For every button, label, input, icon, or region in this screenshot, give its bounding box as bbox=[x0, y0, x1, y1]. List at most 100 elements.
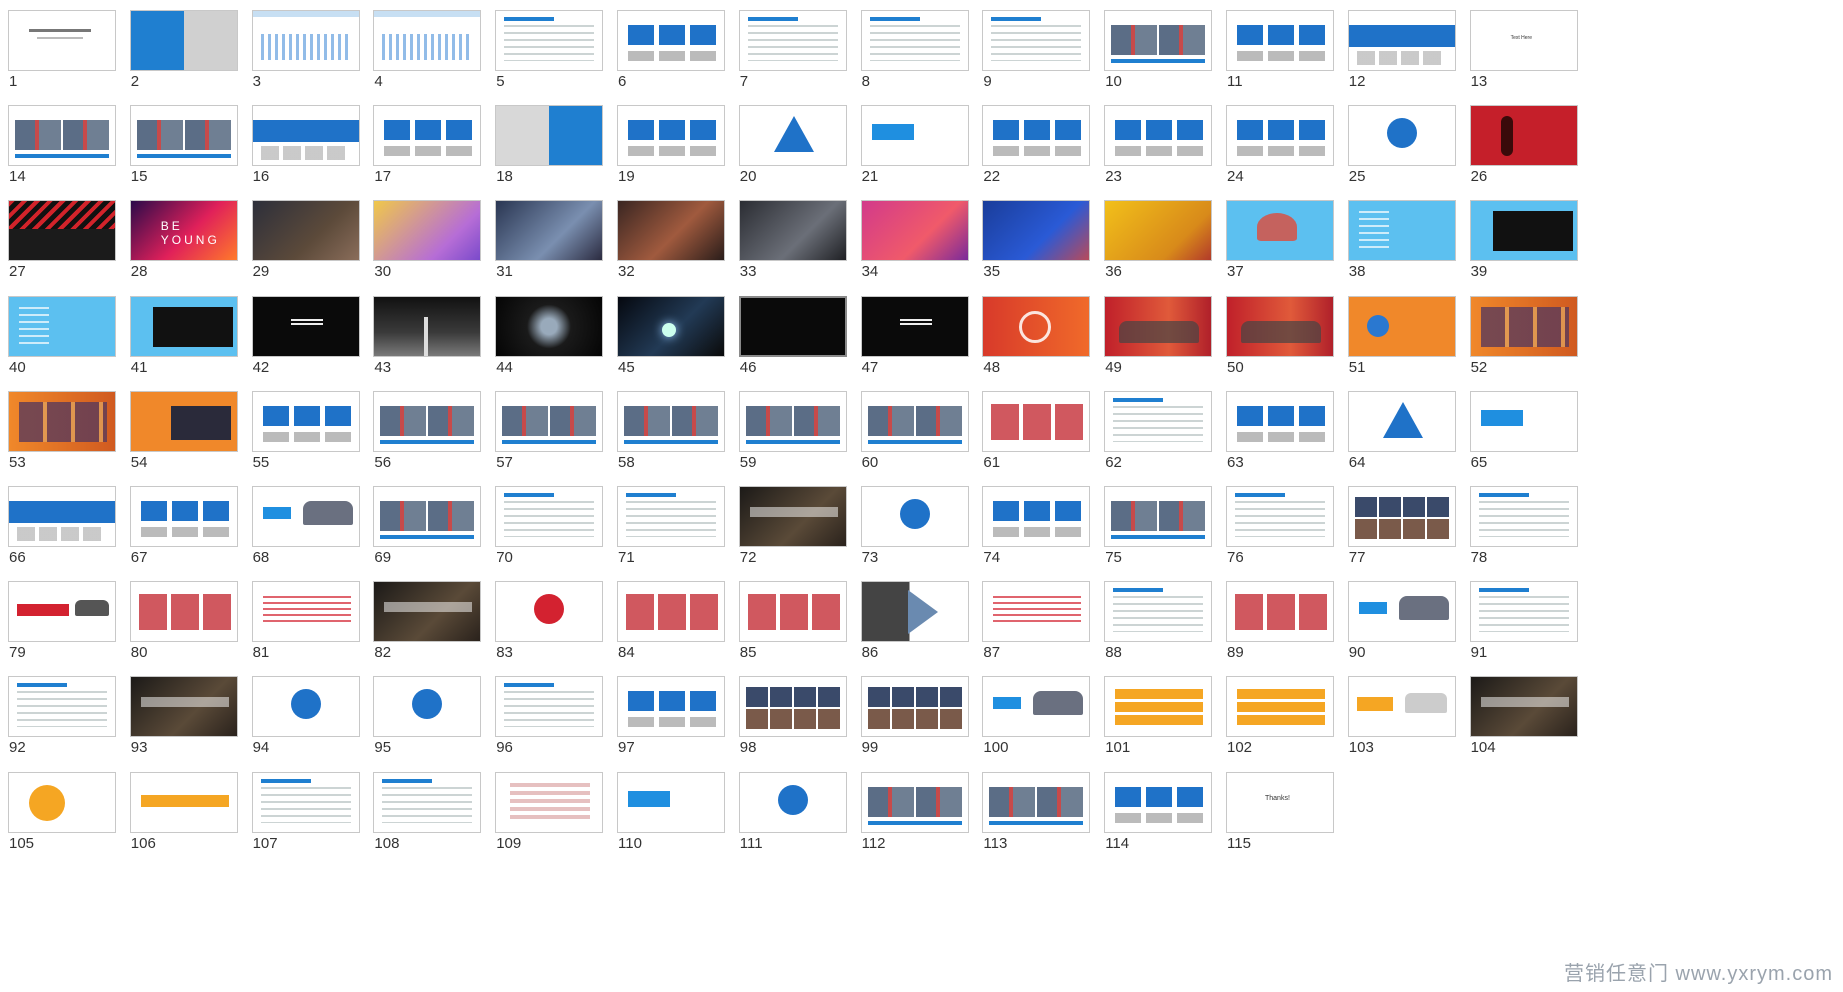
slide-thumbnail-image[interactable] bbox=[129, 676, 238, 738]
slide-thumbnail-image[interactable] bbox=[1347, 10, 1456, 71]
slide-thumbnail-image[interactable] bbox=[738, 390, 847, 452]
slide-thumbnail-image[interactable] bbox=[1226, 105, 1334, 167]
slide-thumbnail-image[interactable] bbox=[251, 486, 360, 547]
slide-thumbnail-image[interactable] bbox=[1347, 486, 1456, 547]
slide-thumbnail-image[interactable] bbox=[129, 105, 238, 167]
slide-thumbnail-image[interactable] bbox=[1226, 10, 1334, 71]
slide-thumbnail-image[interactable] bbox=[1347, 676, 1456, 738]
slide-thumbnail-image[interactable] bbox=[982, 295, 1091, 357]
slide-thumbnail-image[interactable] bbox=[1469, 295, 1578, 357]
slide-thumbnail-image[interactable] bbox=[982, 771, 1091, 833]
slide-thumbnail-image[interactable] bbox=[1104, 295, 1213, 357]
slide-thumbnail-image[interactable] bbox=[251, 200, 360, 262]
slide-thumbnail-image[interactable] bbox=[982, 200, 1091, 262]
slide-thumbnail-image[interactable] bbox=[1104, 390, 1213, 452]
slide-thumbnail-image[interactable] bbox=[982, 486, 1091, 547]
slide-thumbnail-image[interactable] bbox=[251, 295, 360, 357]
slide-thumbnail-image[interactable] bbox=[495, 676, 604, 738]
slide-thumbnail-image[interactable] bbox=[1469, 390, 1578, 452]
slide-thumbnail-image[interactable] bbox=[860, 676, 969, 738]
slide-thumbnail-image[interactable] bbox=[738, 486, 847, 547]
slide-thumbnail-image[interactable] bbox=[1347, 105, 1456, 167]
slide-thumbnail-image[interactable] bbox=[1347, 581, 1456, 643]
slide-thumbnail-image[interactable] bbox=[1226, 771, 1334, 833]
slide-thumbnail-image[interactable] bbox=[1226, 200, 1334, 262]
slide-thumbnail-image[interactable] bbox=[495, 581, 604, 643]
slide-thumbnail-image[interactable] bbox=[129, 295, 238, 357]
slide-thumbnail-image[interactable] bbox=[1226, 676, 1334, 738]
slide-thumbnail-item[interactable]: 115 bbox=[1218, 762, 1361, 874]
slide-thumbnail-image[interactable] bbox=[860, 200, 969, 262]
slide-thumbnail-image[interactable] bbox=[8, 105, 116, 167]
slide-thumbnail-item[interactable]: 104 bbox=[1462, 666, 1605, 778]
slide-thumbnail-image[interactable] bbox=[495, 10, 604, 71]
slide-thumbnail-image[interactable] bbox=[738, 771, 847, 833]
slide-thumbnail-image[interactable] bbox=[860, 390, 969, 452]
slide-thumbnail-image[interactable] bbox=[373, 105, 482, 167]
slide-thumbnail-image[interactable] bbox=[1347, 200, 1456, 262]
slide-thumbnail-image[interactable] bbox=[495, 200, 604, 262]
slide-thumbnail-image[interactable] bbox=[617, 10, 725, 71]
slide-thumbnail-image[interactable] bbox=[738, 105, 847, 167]
slide-thumbnail-image[interactable] bbox=[860, 771, 969, 833]
slide-thumbnail-image[interactable] bbox=[982, 105, 1091, 167]
slide-thumbnail-image[interactable] bbox=[8, 771, 116, 833]
slide-thumbnail-image[interactable] bbox=[1226, 581, 1334, 643]
slide-thumbnail-image[interactable] bbox=[1226, 486, 1334, 547]
slide-thumbnail-image[interactable] bbox=[738, 295, 847, 357]
slide-thumbnail-image[interactable] bbox=[373, 581, 482, 643]
slide-thumbnail-image[interactable] bbox=[1226, 390, 1334, 452]
slide-thumbnail-image[interactable] bbox=[617, 581, 725, 643]
slide-thumbnail-image[interactable] bbox=[738, 581, 847, 643]
slide-thumbnail-image[interactable] bbox=[8, 390, 116, 452]
slide-thumbnail-image[interactable] bbox=[1104, 676, 1213, 738]
slide-thumbnail-image[interactable] bbox=[129, 200, 238, 262]
slide-thumbnail-image[interactable] bbox=[1104, 200, 1213, 262]
slide-thumbnail-image[interactable] bbox=[129, 390, 238, 452]
slide-thumbnail-image[interactable] bbox=[1469, 486, 1578, 547]
slide-thumbnail-image[interactable] bbox=[1347, 390, 1456, 452]
slide-thumbnail-image[interactable] bbox=[617, 676, 725, 738]
slide-thumbnail-image[interactable] bbox=[617, 390, 725, 452]
slide-thumbnail-image[interactable] bbox=[251, 676, 360, 738]
slide-thumbnail-image[interactable] bbox=[129, 581, 238, 643]
slide-thumbnail-image[interactable] bbox=[373, 200, 482, 262]
slide-thumbnail-image[interactable] bbox=[1104, 486, 1213, 547]
slide-thumbnail-image[interactable] bbox=[373, 10, 482, 71]
slide-thumbnail-image[interactable] bbox=[1469, 200, 1578, 262]
slide-thumbnail-image[interactable] bbox=[860, 10, 969, 71]
slide-thumbnail-image[interactable] bbox=[982, 581, 1091, 643]
slide-thumbnail-image[interactable] bbox=[251, 771, 360, 833]
slide-thumbnail-image[interactable] bbox=[617, 105, 725, 167]
slide-thumbnail-image[interactable] bbox=[1469, 105, 1578, 167]
slide-thumbnail-image[interactable] bbox=[738, 200, 847, 262]
slide-thumbnail-image[interactable] bbox=[8, 10, 116, 71]
slide-thumbnail-image[interactable] bbox=[738, 676, 847, 738]
slide-thumbnail-image[interactable] bbox=[1104, 105, 1213, 167]
slide-thumbnail-image[interactable] bbox=[8, 676, 116, 738]
slide-thumbnail-image[interactable] bbox=[738, 10, 847, 71]
slide-thumbnail-image[interactable] bbox=[8, 486, 116, 547]
slide-thumbnail-image[interactable] bbox=[373, 390, 482, 452]
slide-thumbnail-image[interactable] bbox=[129, 10, 238, 71]
slide-thumbnail-image[interactable] bbox=[251, 10, 360, 71]
slide-thumbnail-image[interactable] bbox=[495, 390, 604, 452]
slide-thumbnail-image[interactable] bbox=[1226, 295, 1334, 357]
slide-thumbnail-image[interactable] bbox=[617, 295, 725, 357]
slide-thumbnail-image[interactable] bbox=[8, 295, 116, 357]
slide-thumbnail-image[interactable] bbox=[495, 105, 604, 167]
slide-thumbnail-image[interactable] bbox=[8, 200, 116, 262]
slide-thumbnail-image[interactable] bbox=[129, 486, 238, 547]
slide-thumbnail-image[interactable] bbox=[982, 10, 1091, 71]
slide-thumbnail-image[interactable] bbox=[251, 390, 360, 452]
slide-thumbnail-image[interactable] bbox=[1104, 771, 1213, 833]
slide-thumbnail-image[interactable] bbox=[495, 771, 604, 833]
slide-thumbnail-image[interactable] bbox=[860, 581, 969, 643]
slide-thumbnail-image[interactable] bbox=[373, 676, 482, 738]
slide-thumbnail-image[interactable] bbox=[1347, 295, 1456, 357]
slide-thumbnail-image[interactable] bbox=[495, 295, 604, 357]
slide-thumbnail-image[interactable] bbox=[1104, 581, 1213, 643]
slide-thumbnail-image[interactable] bbox=[373, 771, 482, 833]
slide-thumbnail-image[interactable] bbox=[373, 295, 482, 357]
slide-thumbnail-image[interactable] bbox=[495, 486, 604, 547]
